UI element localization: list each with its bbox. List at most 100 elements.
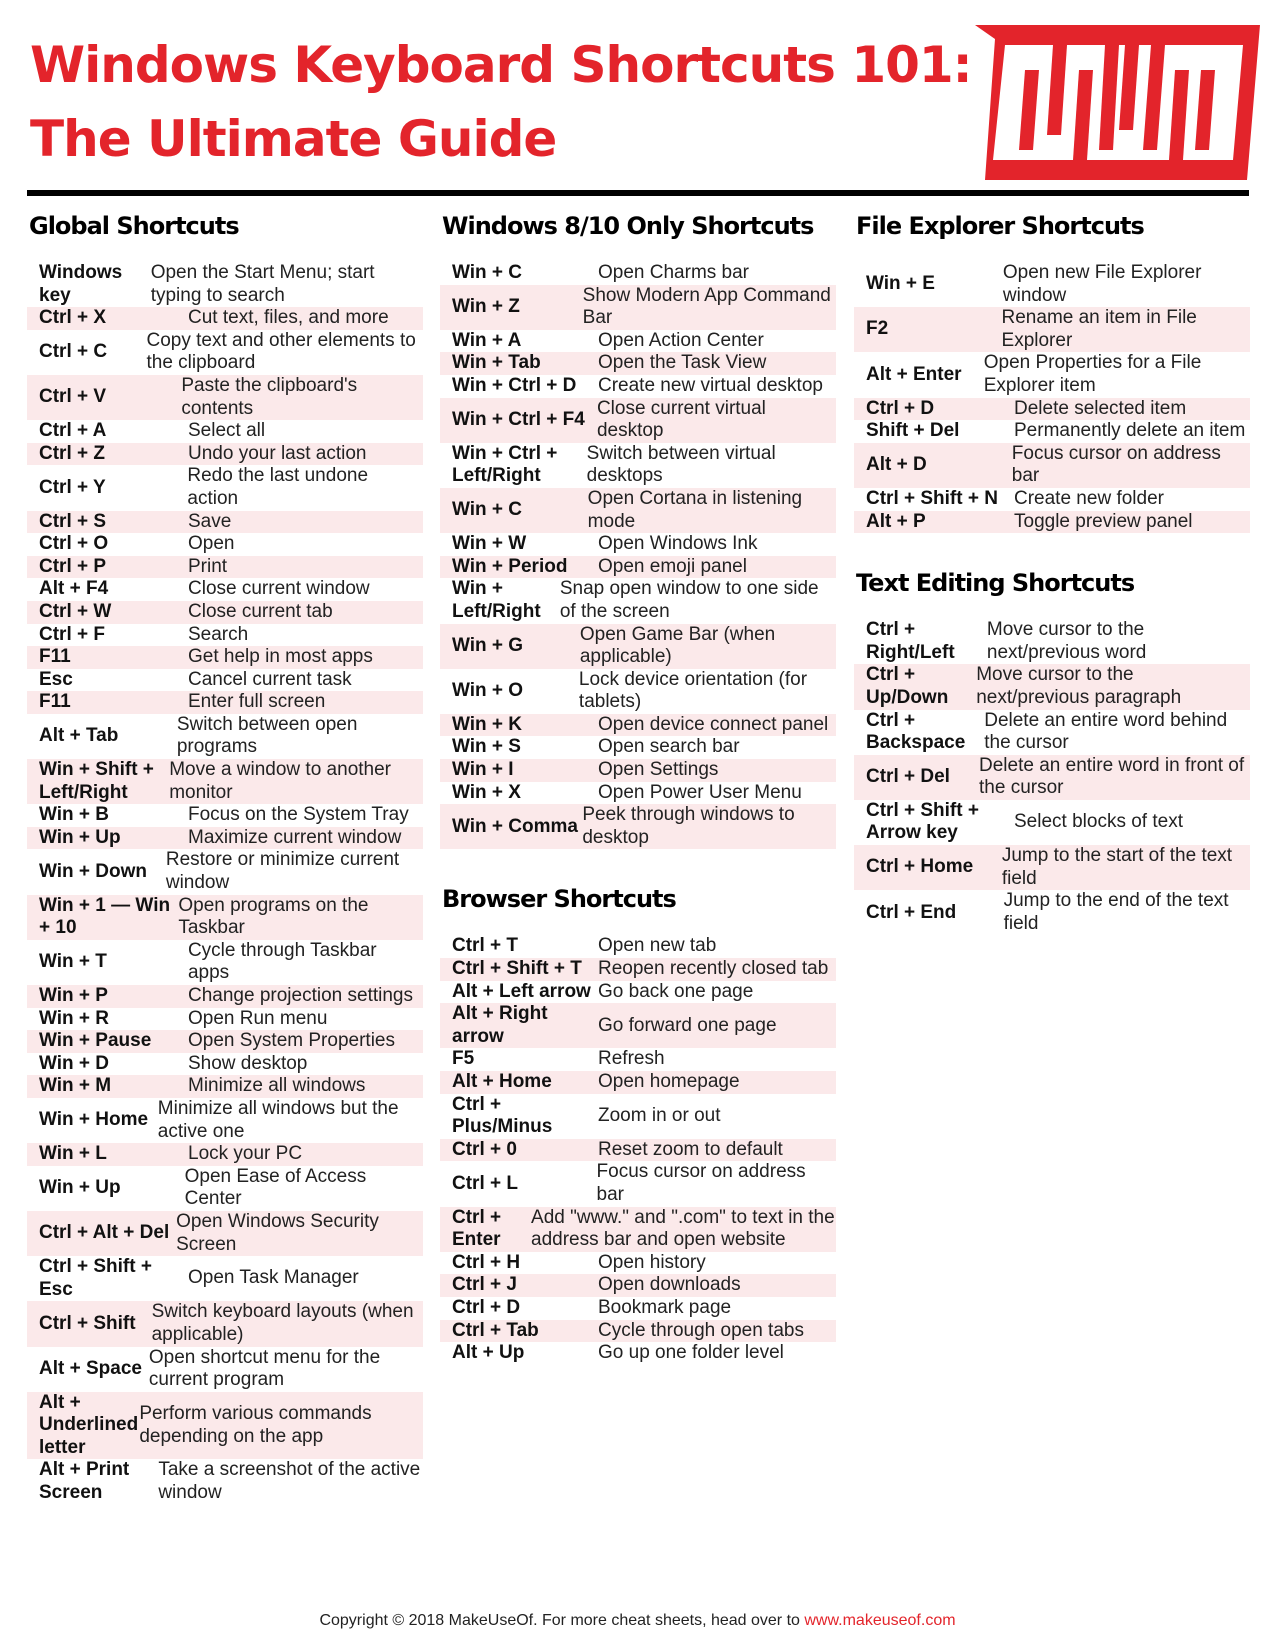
shortcut-key: Ctrl + Shift + Esc	[39, 1256, 152, 1300]
makeuseof-link[interactable]: www.makeuseof.com	[804, 1612, 955, 1629]
shortcut-description: Jump to the start of the text field	[1001, 845, 1233, 889]
shortcut-key: Alt + Space	[39, 1357, 142, 1379]
shortcut-description: Cut text, files, and more	[188, 307, 389, 329]
shortcut-key: Ctrl + Shift + T	[452, 958, 582, 980]
shortcut-description: Copy text and other elements to the clip…	[146, 329, 416, 374]
shortcut-key: Win + Tab	[452, 352, 541, 374]
shortcut-description: Move cursor to the next/previous paragra…	[976, 664, 1182, 708]
shortcut-description: Open programs on the Taskbar	[178, 894, 369, 939]
shortcut-row: Win + G Open Game Bar (when applicable)	[440, 623, 836, 669]
section-title-browser: Browser Shortcuts	[442, 885, 677, 914]
shortcut-description: Cycle through open tabs	[598, 1319, 804, 1341]
shortcut-key: Win + D	[39, 1052, 110, 1074]
shortcut-row: Ctrl + D Delete selected item	[854, 397, 1250, 421]
shortcut-row: Ctrl + Shift + Arrow key Select blocks of…	[854, 800, 1250, 845]
shortcut-row: Ctrl + V Paste the clipboard's contents	[27, 374, 423, 421]
column-middle: Windows 8/10 Only Shortcuts Win + C Open …	[440, 208, 836, 1365]
shortcut-description: Open	[188, 533, 235, 555]
shortcut-key: Alt + Up	[452, 1342, 525, 1364]
shortcut-description: Toggle preview panel	[1014, 510, 1193, 532]
shortcut-key: Win + X	[452, 781, 521, 803]
shortcut-row: F11 Get help in most apps	[27, 646, 423, 669]
shortcut-key: Win + E	[866, 273, 935, 295]
shortcut-key: Ctrl + T	[452, 935, 518, 957]
shortcut-key: Win + L	[39, 1143, 107, 1165]
shortcut-description: Reopen recently closed tab	[598, 958, 829, 980]
shortcut-key: Win + Comma	[452, 815, 578, 837]
shortcut-row: Ctrl + S Save	[27, 510, 423, 534]
shortcut-description: Open Game Bar (when applicable)	[579, 623, 776, 668]
shortcut-description: Move cursor to the next/previous word	[986, 619, 1147, 663]
shortcut-key: Win + A	[452, 329, 522, 351]
shortcut-key: Alt + D	[866, 454, 927, 476]
shortcut-description: Rename an item in File Explorer	[1001, 307, 1197, 351]
shortcut-key: Win + Ctrl + Left/Right	[452, 442, 558, 487]
shortcut-row: Win + Comma Peek through windows to deskt…	[440, 804, 836, 850]
shortcut-row: Win + X Open Power User Menu	[440, 782, 836, 805]
shortcut-description: Show Modern App Command Bar	[582, 284, 831, 329]
shortcut-key: Ctrl + O	[39, 533, 109, 555]
shortcut-description: Select blocks of text	[1014, 811, 1183, 833]
shortcut-row: Alt + Print Screen Take a screenshot of t…	[27, 1459, 423, 1504]
shortcut-row: Alt + Space Open shortcut menu for the cu…	[27, 1347, 423, 1392]
shortcut-key: Ctrl + Y	[39, 476, 106, 498]
shortcut-row: Ctrl + Y Redo the last undone action	[27, 465, 423, 510]
shortcut-key: Ctrl + Shift + Arrow key	[866, 799, 979, 844]
shortcut-row: Ctrl + Shift + Esc Open Task Manager	[27, 1256, 423, 1301]
shortcut-key: Alt + Right arrow	[452, 1003, 548, 1047]
shortcut-description: Cancel current task	[188, 668, 352, 690]
shortcut-description: Jump to the end of the text field	[1003, 890, 1229, 934]
shortcut-description: Show desktop	[188, 1052, 308, 1074]
shortcut-description: Open Charms bar	[598, 262, 750, 283]
shortcut-row: Alt + Home Open homepage	[440, 1071, 836, 1094]
shortcut-key: Ctrl + L	[452, 1172, 518, 1194]
shortcut-row: Win + Ctrl + F4 Close current virtual des…	[440, 397, 836, 443]
shortcut-row: Win + R Open Run menu	[27, 1008, 423, 1031]
shortcut-description: Take a screenshot of the active window	[158, 1459, 421, 1504]
shortcut-description: Open Settings	[598, 759, 719, 781]
global-shortcuts-table: Windows key Open the Start Menu; start ty…	[27, 262, 423, 1505]
shortcut-description: Delete an entire word behind the cursor	[984, 709, 1228, 754]
shortcut-description: Snap open window to one side of the scre…	[559, 578, 819, 622]
shortcut-row: Ctrl + Home Jump to the start of the text…	[854, 845, 1250, 891]
shortcut-key: Alt + Tab	[39, 725, 119, 747]
shortcut-key: Ctrl + V	[39, 386, 107, 408]
shortcut-description: Go back one page	[598, 980, 754, 1002]
shortcut-key: Ctrl + End	[866, 901, 957, 923]
shortcut-key: Alt + Left arrow	[452, 980, 591, 1002]
shortcut-row: Win + B Focus on the System Tray	[27, 804, 423, 827]
shortcut-key: Win + W	[452, 533, 527, 555]
shortcut-row: Win + Pause Open System Properties	[27, 1030, 423, 1053]
shortcut-description: Undo your last action	[188, 442, 367, 464]
shortcut-row: Ctrl + C Copy text and other elements to …	[27, 330, 423, 375]
shortcut-description: Save	[188, 510, 232, 532]
shortcut-key: Alt + Enter	[866, 363, 962, 385]
shortcut-description: Open new tab	[598, 935, 717, 957]
shortcut-description: Move a window to another monitor	[169, 759, 391, 803]
shortcut-description: Perform various commands depending on th…	[139, 1402, 372, 1447]
shortcut-description: Go up one folder level	[598, 1342, 784, 1364]
shortcut-key: Ctrl + W	[39, 600, 112, 622]
shortcut-description: Switch keyboard layouts (when applicable…	[151, 1301, 414, 1345]
shortcut-key: Win + I	[452, 759, 514, 781]
shortcut-row: Ctrl + Up/Down Move cursor to the next/pr…	[854, 664, 1250, 710]
shortcut-row: Win + M Minimize all windows	[27, 1075, 423, 1098]
shortcut-description: Open downloads	[598, 1274, 741, 1296]
shortcut-row: Win + L Lock your PC	[27, 1143, 423, 1166]
shortcut-key: Windows key	[39, 262, 123, 306]
shortcut-key: Win + Home	[39, 1109, 149, 1131]
shortcut-description: Delete selected item	[1014, 397, 1187, 419]
shortcut-description: Focus cursor on address bar	[1011, 442, 1221, 487]
shortcut-row: Alt + D Focus cursor on address bar	[854, 442, 1250, 488]
shortcut-key: Ctrl + C	[39, 341, 108, 363]
shortcut-description: Change projection settings	[188, 985, 413, 1006]
title-line-1: Windows Keyboard Shortcuts 101:	[30, 36, 973, 94]
shortcut-row: Esc Cancel current task	[27, 669, 423, 692]
shortcut-description: Enter full screen	[188, 691, 326, 713]
shortcut-key: Win + K	[452, 713, 523, 735]
shortcut-row: Alt + Left arrow Go back one page	[440, 981, 836, 1004]
shortcut-description: Close current window	[188, 578, 370, 600]
shortcut-description: Open shortcut menu for the current progr…	[148, 1346, 381, 1391]
shortcut-description: Search	[188, 623, 249, 645]
shortcut-key: Win + Up	[39, 826, 121, 848]
